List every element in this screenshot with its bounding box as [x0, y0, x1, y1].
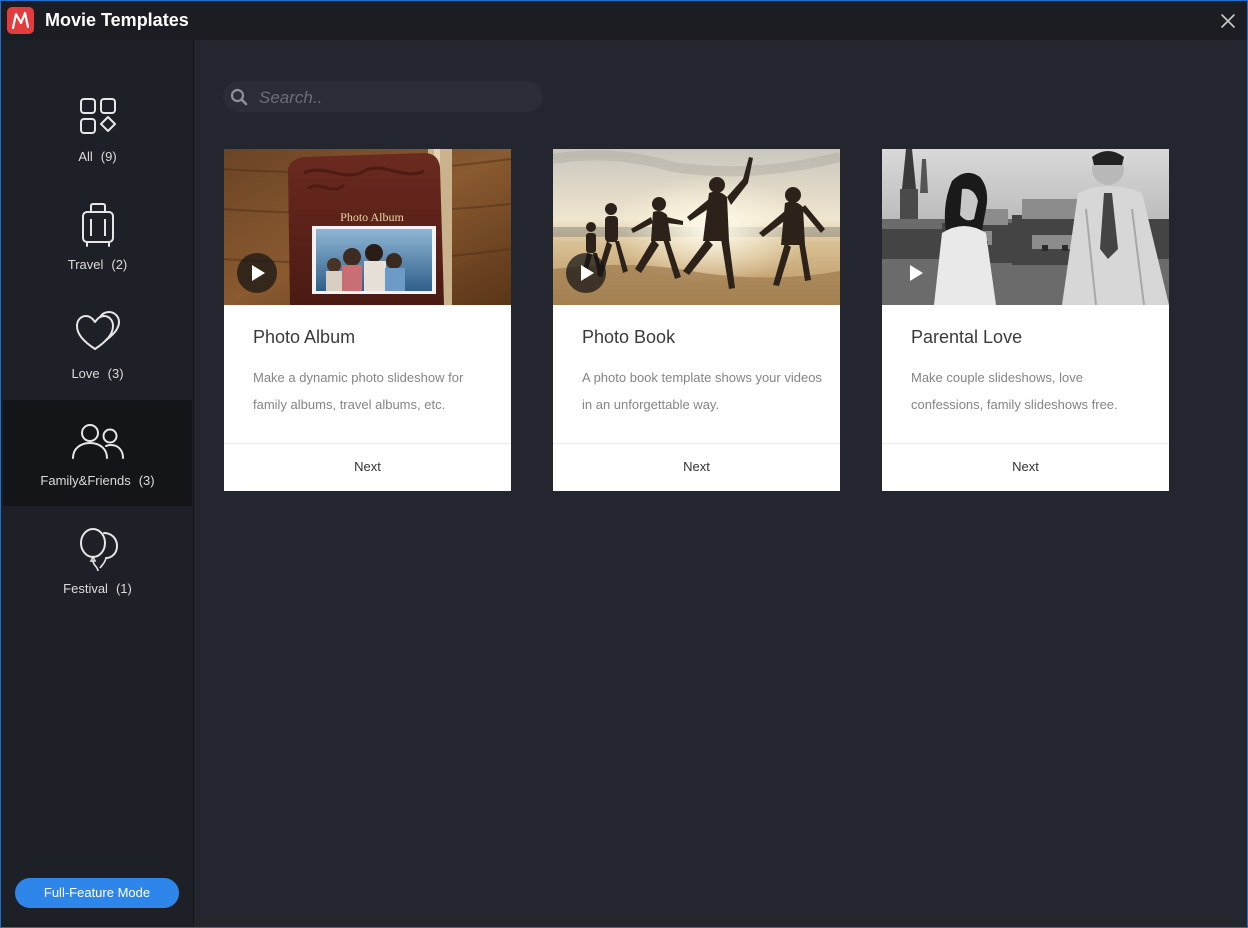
sidebar-count: (3)	[138, 473, 155, 488]
sidebar-item-label: Travel (2)	[3, 257, 192, 272]
sidebar-item-love[interactable]: Love (3)	[3, 297, 192, 403]
sidebar-label-text: Love	[71, 366, 100, 381]
search-input[interactable]	[257, 85, 531, 110]
template-card-parental-love[interactable]: Parental Love Make couple slideshows, lo…	[882, 149, 1169, 491]
play-icon	[581, 265, 594, 281]
template-card-photo-album[interactable]: Photo Album Photo Album Make a dynamic p…	[224, 149, 511, 491]
template-thumbnail: Photo Album	[224, 149, 511, 305]
next-button[interactable]: Next	[882, 444, 1169, 491]
template-thumbnail	[882, 149, 1169, 305]
next-button[interactable]: Next	[224, 444, 511, 491]
card-description: A photo book template shows your videos …	[582, 370, 822, 412]
play-button[interactable]	[566, 253, 606, 293]
balloons-icon	[3, 527, 192, 577]
play-button[interactable]	[895, 253, 935, 293]
grid-icon	[3, 96, 192, 146]
play-icon	[252, 265, 265, 281]
play-icon	[910, 265, 923, 281]
card-title: Photo Album	[253, 327, 356, 347]
sidebar-item-label: All (9)	[3, 149, 192, 164]
template-thumbnail	[553, 149, 840, 305]
card-description: Make a dynamic photo slideshow for famil…	[253, 370, 464, 412]
sidebar-item-family-friends[interactable]: Family&Friends (3)	[3, 400, 192, 506]
app-window: Movie Templates All (9) Travel (2) Love …	[0, 0, 1248, 928]
card-description: Make couple slideshows, love confessions…	[911, 370, 1118, 412]
template-card-photo-book[interactable]: Photo Book A photo book template shows y…	[553, 149, 840, 491]
sidebar-item-label: Festival (1)	[3, 581, 192, 596]
card-title: Parental Love	[911, 327, 1023, 347]
hearts-icon	[3, 311, 192, 361]
sidebar-item-travel[interactable]: Travel (2)	[3, 188, 192, 294]
sidebar-label-text: Festival	[63, 581, 108, 596]
sidebar-label-text: Travel	[67, 257, 104, 272]
sidebar-item-label: Love (3)	[3, 366, 192, 381]
sidebar-count: (1)	[115, 581, 132, 596]
sidebar-count: (3)	[107, 366, 124, 381]
luggage-icon	[3, 202, 192, 252]
sidebar-item-all[interactable]: All (9)	[3, 80, 192, 186]
card-title: Photo Book	[582, 327, 676, 347]
app-logo-icon	[7, 7, 34, 34]
search-bar	[223, 81, 543, 112]
album-cover-text: Photo Album	[340, 210, 404, 224]
search-icon	[230, 88, 248, 106]
window-title: Movie Templates	[45, 10, 189, 30]
close-icon	[1221, 14, 1235, 28]
next-button[interactable]: Next	[553, 444, 840, 491]
sidebar-item-festival[interactable]: Festival (1)	[3, 513, 192, 619]
sidebar-label-text: Family&Friends	[40, 473, 131, 488]
sidebar-item-label: Family&Friends (3)	[3, 473, 192, 488]
full-feature-mode-button[interactable]: Full-Feature Mode	[15, 878, 179, 908]
title-bar: Movie Templates	[1, 1, 1247, 40]
play-button[interactable]	[237, 253, 277, 293]
category-sidebar: All (9) Travel (2) Love (3) Family&Frien…	[1, 40, 194, 927]
sidebar-label-text: All	[78, 149, 93, 164]
sidebar-count: (2)	[111, 257, 128, 272]
sidebar-count: (9)	[100, 149, 117, 164]
people-icon	[3, 421, 192, 471]
close-button[interactable]	[1217, 10, 1239, 32]
